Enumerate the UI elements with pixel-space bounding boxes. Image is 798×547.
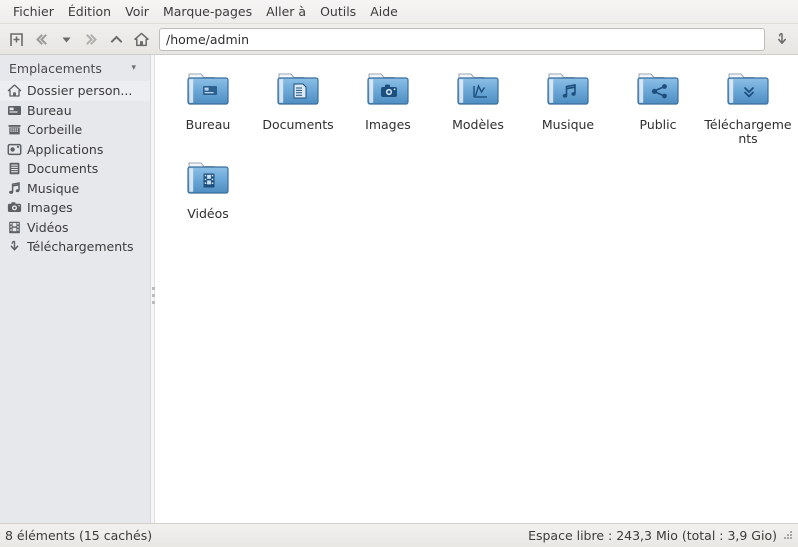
back-icon[interactable] [29, 27, 54, 52]
status-bar: 8 éléments (15 cachés) Espace libre : 24… [0, 523, 798, 547]
sidebar-item-label: Musique [27, 180, 80, 196]
file-name: Documents [262, 117, 334, 132]
sidebar-item-label: Dossier person... [27, 83, 133, 99]
sidebar-header-title: Emplacements [9, 60, 102, 76]
sidebar-splitter[interactable] [150, 55, 155, 523]
menu-marque-pages[interactable]: Marque-pages [156, 2, 259, 22]
item-count-status: 8 éléments (15 cachés) [5, 528, 153, 543]
folder-icon [364, 66, 412, 112]
sidebar-item-dossier-personnel[interactable]: Dossier person... [0, 81, 150, 101]
sidebar-item-label: Applications [27, 141, 104, 157]
desktop-icon [6, 102, 22, 118]
music-icon [6, 180, 22, 196]
folder-icon [184, 66, 232, 112]
sidebar-item-corbeille[interactable]: Corbeille [0, 120, 150, 140]
toolbar: /home/admin [0, 24, 798, 55]
resize-grip[interactable] [783, 530, 794, 541]
trash-icon [6, 122, 22, 138]
menu-outils[interactable]: Outils [313, 2, 363, 22]
sidebar-item-videos[interactable]: Vidéos [0, 218, 150, 238]
file-item[interactable]: Public [613, 63, 703, 146]
file-item[interactable]: Téléchargements [703, 63, 793, 146]
file-name: Téléchargements [704, 117, 792, 146]
file-item[interactable]: Images [343, 63, 433, 146]
sidebar-item-label: Téléchargements [27, 239, 134, 255]
home-icon[interactable] [129, 27, 154, 52]
sidebar-item-applications[interactable]: Applications [0, 140, 150, 160]
download-icon [6, 239, 22, 255]
file-name: Images [365, 117, 411, 132]
chevron-down-icon[interactable]: ▾ [131, 63, 142, 73]
menu-edition[interactable]: Édition [61, 2, 118, 22]
new-tab-icon[interactable] [4, 27, 29, 52]
home-icon [6, 83, 22, 99]
places-sidebar: Emplacements ▾ Dossier person... Bureau … [0, 55, 150, 523]
menu-aller-a[interactable]: Aller à [259, 2, 313, 22]
file-name: Vidéos [187, 206, 229, 221]
sidebar-item-bureau[interactable]: Bureau [0, 101, 150, 121]
sidebar-item-label: Vidéos [27, 219, 69, 235]
sidebar-list: Dossier person... Bureau Corbeille Appli… [0, 81, 150, 523]
address-input[interactable]: /home/admin [159, 27, 765, 51]
sidebar-item-label: Corbeille [27, 122, 83, 138]
sidebar-item-label: Bureau [27, 102, 72, 118]
applications-icon [6, 141, 22, 157]
folder-icon [634, 66, 682, 112]
main-body: Emplacements ▾ Dossier person... Bureau … [0, 55, 798, 523]
desktop-emblem [203, 86, 217, 95]
file-item[interactable]: Musique [523, 63, 613, 146]
file-name: Musique [541, 117, 595, 132]
up-icon[interactable] [104, 27, 129, 52]
free-space-status: Espace libre : 243,3 Mio (total : 3,9 Gi… [528, 528, 777, 543]
file-item[interactable]: Documents [253, 63, 343, 146]
folder-icon [274, 66, 322, 112]
history-dropdown-icon[interactable] [54, 27, 79, 52]
file-list-view[interactable]: Bureau Documents Images Modèles Musique … [155, 55, 798, 523]
splitter-grip [152, 287, 155, 304]
file-item[interactable]: Bureau [163, 63, 253, 146]
film-icon [6, 219, 22, 235]
file-name: Bureau [185, 117, 231, 132]
file-name: Public [639, 117, 677, 132]
folder-icon [544, 66, 592, 112]
go-down-icon[interactable] [769, 27, 794, 52]
file-manager-window: Fichier Édition Voir Marque-pages Aller … [0, 0, 798, 547]
document-emblem [293, 83, 307, 99]
film-emblem [203, 173, 215, 188]
sidebar-item-label: Images [27, 200, 73, 216]
menu-bar: Fichier Édition Voir Marque-pages Aller … [0, 0, 798, 24]
sidebar-item-telechargements[interactable]: Téléchargements [0, 237, 150, 257]
folder-icon [184, 155, 232, 201]
file-item[interactable]: Vidéos [163, 152, 253, 221]
menu-voir[interactable]: Voir [118, 2, 156, 22]
camera-icon [6, 200, 22, 216]
sidebar-item-documents[interactable]: Documents [0, 159, 150, 179]
file-name: Modèles [452, 117, 504, 132]
sidebar-item-images[interactable]: Images [0, 198, 150, 218]
file-item[interactable]: Modèles [433, 63, 523, 146]
sidebar-item-musique[interactable]: Musique [0, 179, 150, 199]
menu-fichier[interactable]: Fichier [6, 2, 61, 22]
folder-icon [724, 66, 772, 112]
folder-icon [454, 66, 502, 112]
documents-icon [6, 161, 22, 177]
sidebar-header[interactable]: Emplacements ▾ [0, 55, 150, 81]
sidebar-item-label: Documents [27, 161, 99, 177]
menu-aide[interactable]: Aide [363, 2, 405, 22]
forward-icon[interactable] [79, 27, 104, 52]
